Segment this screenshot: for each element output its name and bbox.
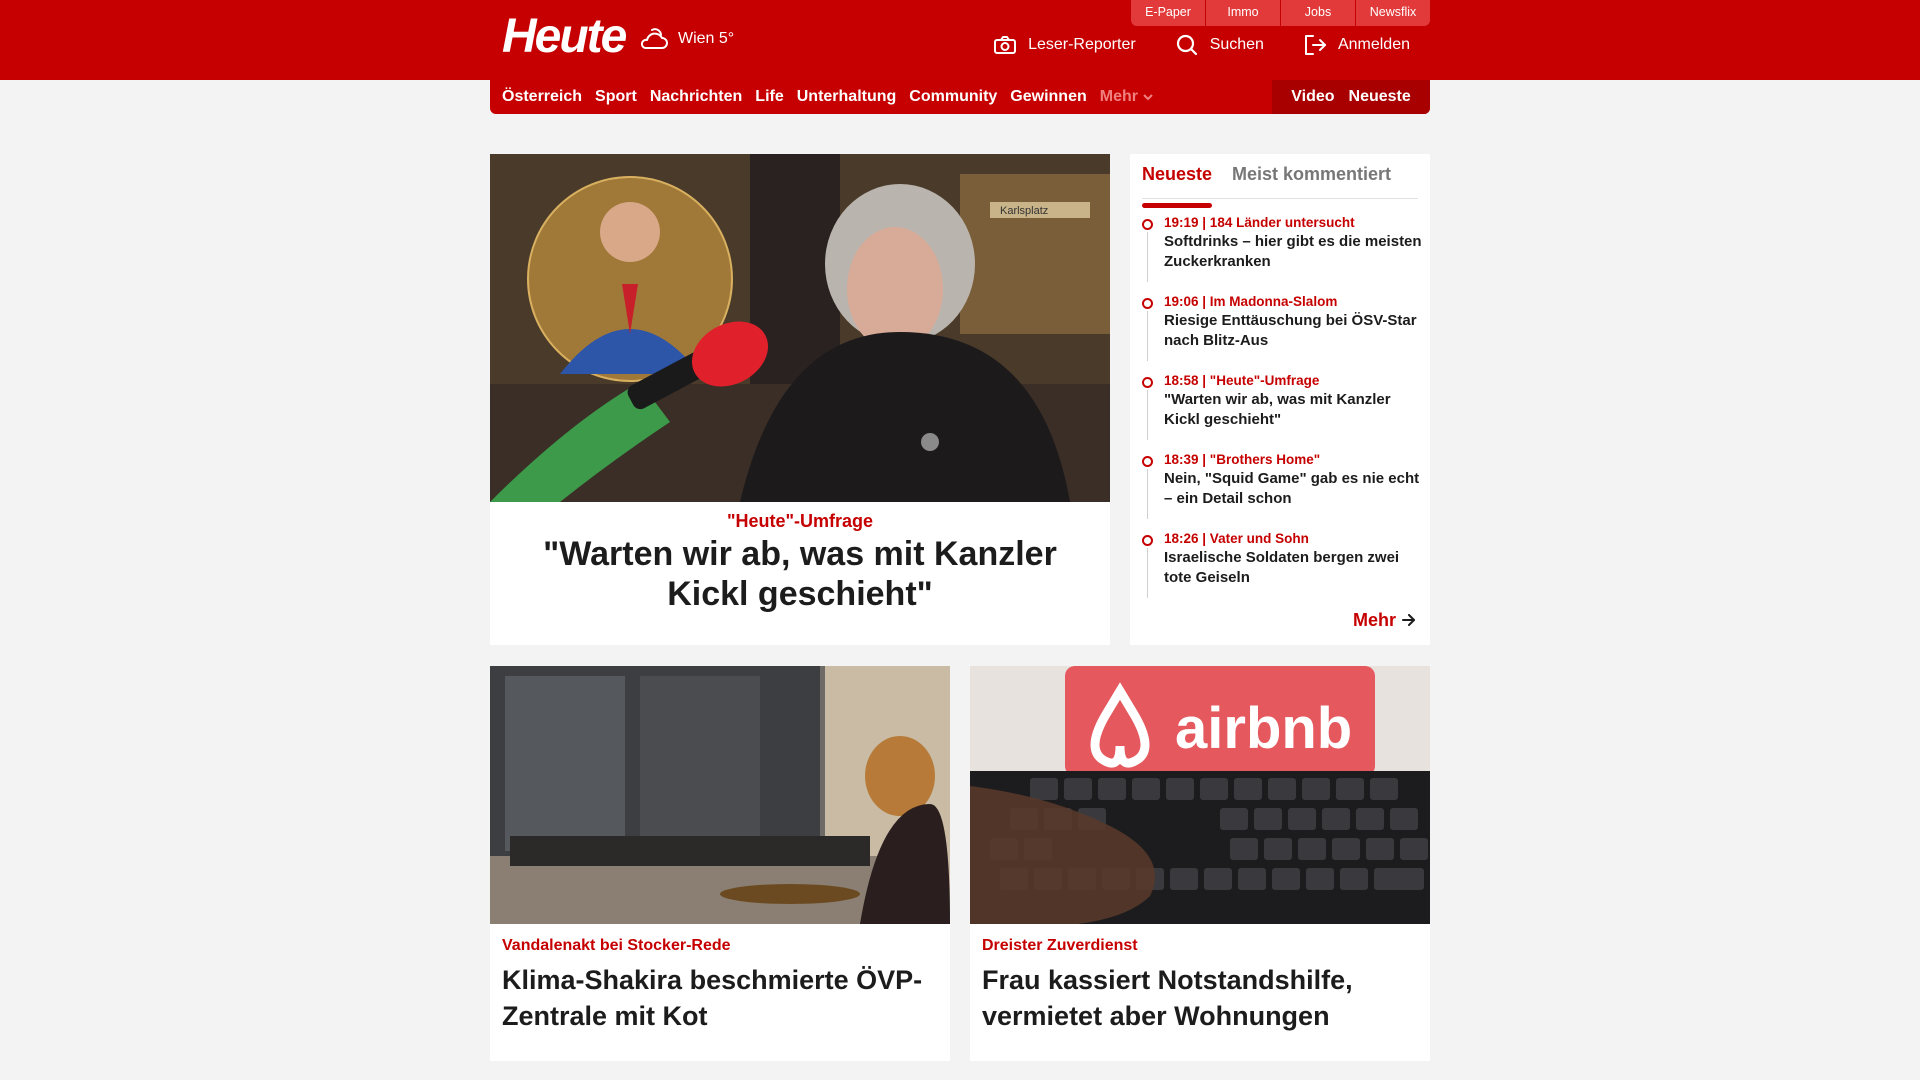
article-card-image[interactable]: airbnb (970, 666, 1430, 924)
feed-item-meta: 19:19 | 184 Länder untersucht (1164, 215, 1355, 230)
search-label: Suchen (1209, 36, 1264, 53)
login-label: Anmelden (1337, 36, 1410, 53)
article-card-title[interactable]: Frau kassiert Notstandshilfe, vermietet … (982, 962, 1422, 1034)
timeline-line (1147, 390, 1148, 440)
util-tab-jobs[interactable]: Jobs (1280, 0, 1355, 26)
util-tab-epaper[interactable]: E-Paper (1131, 0, 1205, 26)
nav-items: Österreich Sport Nachrichten Life Unterh… (502, 80, 1153, 114)
timeline-dot (1142, 219, 1153, 230)
top-header: Heute Wien 5° E-Paper Immo Jobs Newsflix (0, 0, 1920, 80)
article-card[interactable]: Vandalenakt bei Stocker-Rede Klima-Shaki… (490, 666, 950, 1061)
feed-item[interactable]: 19:06 | Im Madonna-Slalom Riesige Enttäu… (1142, 293, 1422, 372)
feed-item-meta: 18:58 | "Heute"-Umfrage (1164, 373, 1320, 388)
timeline-line (1147, 311, 1148, 361)
search-icon (1176, 34, 1198, 56)
chevron-down-icon (1143, 88, 1153, 106)
article-card-image[interactable] (490, 666, 950, 924)
feed-item-title[interactable]: Nein, "Squid Game" gab es nie echt – ein… (1164, 469, 1422, 509)
hero-image-sign: Karlsplatz (1000, 205, 1048, 217)
nav-item-nachrichten[interactable]: Nachrichten (650, 88, 742, 106)
feed-item-meta: 19:06 | Im Madonna-Slalom (1164, 294, 1338, 309)
hero-image[interactable]: Karlsplatz (490, 154, 1110, 502)
timeline-line (1147, 548, 1148, 598)
feed-item[interactable]: 18:58 | "Heute"-Umfrage "Warten wir ab, … (1142, 372, 1422, 451)
feed-item[interactable]: 18:39 | "Brothers Home" Nein, "Squid Gam… (1142, 451, 1422, 530)
feed-item-title[interactable]: Softdrinks – hier gibt es die meisten Zu… (1164, 232, 1422, 272)
login-button[interactable]: Anmelden (1304, 34, 1410, 56)
weather-label: Wien 5° (678, 30, 735, 47)
leser-reporter-label: Leser-Reporter (1028, 36, 1136, 53)
tab-meist-kommentiert[interactable]: Meist kommentiert (1232, 164, 1391, 185)
timeline-dot (1142, 377, 1153, 388)
article-card-kicker: Dreister Zuverdienst (982, 937, 1138, 954)
article-card-kicker: Vandalenakt bei Stocker-Rede (502, 937, 731, 954)
timeline-line (1147, 469, 1148, 519)
timeline-dot (1142, 298, 1153, 309)
article-card-title[interactable]: Klima-Shakira beschmierte ÖVP-Zentrale m… (502, 962, 942, 1034)
header-actions: Leser-Reporter Suchen Anmelden (994, 34, 1410, 56)
arrow-right-icon (1402, 610, 1416, 631)
feed-item-title[interactable]: Riesige Enttäuschung bei ÖSV-Star nach B… (1164, 311, 1422, 351)
sidebar-more-label: Mehr (1352, 610, 1396, 630)
feed-item[interactable]: 18:26 | Vater und Sohn Israelische Solda… (1142, 530, 1422, 609)
login-icon (1304, 35, 1326, 55)
nav-item-gewinnen[interactable]: Gewinnen (1010, 88, 1086, 106)
site-logo[interactable]: Heute (502, 12, 627, 62)
nav-right-group: Video Neueste (1272, 80, 1430, 114)
airbnb-logo-text: airbnb (1175, 696, 1352, 761)
cloud-sun-icon (638, 26, 670, 52)
feed-item-meta: 18:39 | "Brothers Home" (1164, 452, 1321, 467)
timeline-dot (1142, 535, 1153, 546)
weather-widget[interactable]: Wien 5° (638, 26, 734, 52)
tab-neueste[interactable]: Neueste (1142, 164, 1212, 185)
util-tab-immo[interactable]: Immo (1205, 0, 1280, 26)
feed-item[interactable]: 19:19 | 184 Länder untersucht Softdrinks… (1142, 214, 1422, 293)
sidebar-tabs: Neueste Meist kommentiert (1142, 164, 1418, 208)
hero-kicker: "Heute"-Umfrage (726, 511, 874, 531)
main-nav: Österreich Sport Nachrichten Life Unterh… (490, 80, 1430, 114)
timeline-dot (1142, 456, 1153, 467)
active-tab-indicator (1142, 203, 1212, 208)
nav-more-dropdown[interactable]: Mehr (1100, 88, 1153, 106)
utility-tabs: E-Paper Immo Jobs Newsflix (1131, 0, 1430, 26)
hero-article[interactable]: Karlsplatz "Heute"-Umfrage "Warten wir a… (490, 154, 1110, 645)
search-button[interactable]: Suchen (1176, 34, 1264, 56)
article-card[interactable]: airbnb Dreister Zuverdienst Frau kassier… (970, 666, 1430, 1061)
nav-item-neueste[interactable]: Neueste (1349, 88, 1411, 106)
hero-headline[interactable]: "Warten wir ab, was mit Kanzler Kickl ge… (500, 534, 1100, 614)
feed-item-title[interactable]: Israelische Soldaten bergen zwei tote Ge… (1164, 548, 1422, 588)
nav-item-life[interactable]: Life (755, 88, 783, 106)
news-feed: 19:19 | 184 Länder untersucht Softdrinks… (1142, 214, 1422, 609)
header-inner: Heute Wien 5° E-Paper Immo Jobs Newsflix (490, 0, 1430, 80)
camera-icon (994, 36, 1017, 54)
nav-more-label: Mehr (1099, 88, 1138, 105)
nav-item-sport[interactable]: Sport (595, 88, 637, 106)
sidebar-more-link[interactable]: Mehr (1353, 610, 1416, 631)
util-tab-newsflix[interactable]: Newsflix (1355, 0, 1430, 26)
feed-item-meta: 18:26 | Vater und Sohn (1164, 531, 1309, 546)
leser-reporter-button[interactable]: Leser-Reporter (994, 34, 1136, 56)
nav-item-unterhaltung[interactable]: Unterhaltung (797, 88, 897, 106)
timeline-line (1147, 232, 1148, 282)
nav-item-community[interactable]: Community (909, 88, 997, 106)
nav-item-video[interactable]: Video (1291, 88, 1334, 106)
latest-news-sidebar: Neueste Meist kommentiert 19:19 | 184 Lä… (1130, 154, 1430, 645)
nav-item-oesterreich[interactable]: Österreich (502, 88, 582, 106)
feed-item-title[interactable]: "Warten wir ab, was mit Kanzler Kickl ge… (1164, 390, 1422, 430)
